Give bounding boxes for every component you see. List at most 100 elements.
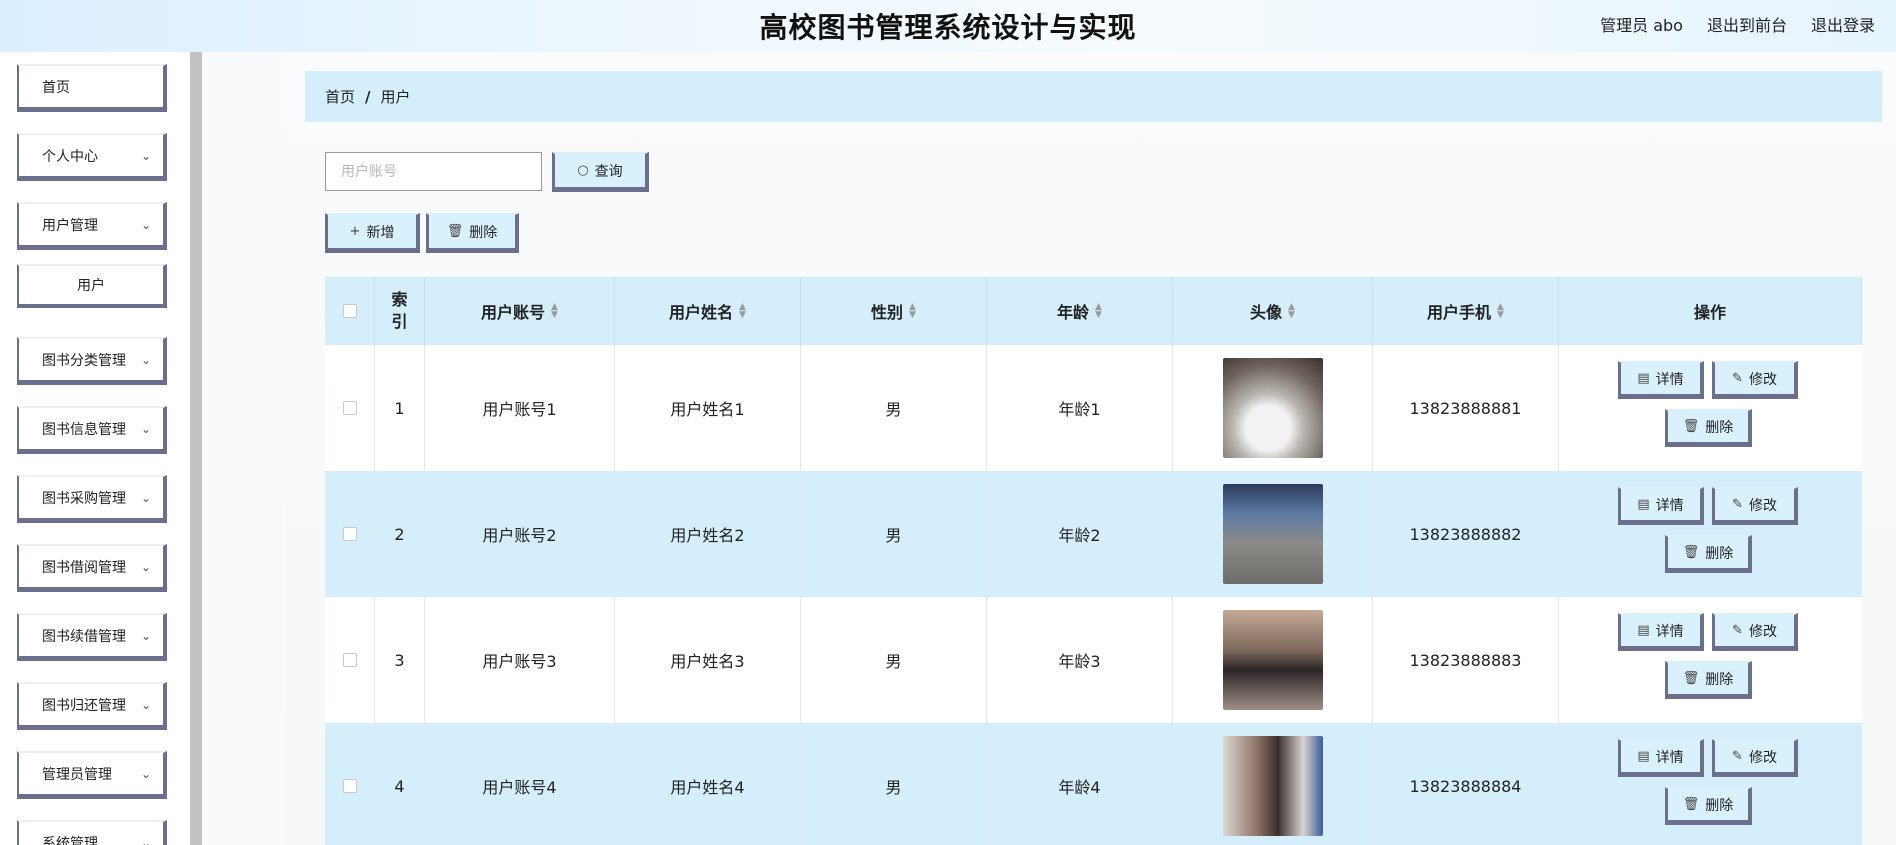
row-avatar-cell bbox=[1173, 345, 1373, 471]
search-button[interactable]: ○ 查询 bbox=[552, 152, 649, 192]
header-ops-label: 操作 bbox=[1693, 303, 1726, 322]
sidebar-item-users[interactable]: 用户 bbox=[17, 264, 167, 308]
sort-icon[interactable]: ▲ ▼ bbox=[551, 303, 558, 320]
row-avatar-cell bbox=[1173, 471, 1373, 597]
chevron-down-icon: ⌄ bbox=[140, 767, 151, 781]
sidebar-scrollbar[interactable] bbox=[190, 52, 202, 845]
row-account: 用户账号3 bbox=[425, 597, 615, 723]
logout-link[interactable]: 退出登录 bbox=[1811, 12, 1875, 36]
row-index: 3 bbox=[375, 597, 425, 723]
row-phone: 13823888883 bbox=[1373, 597, 1559, 723]
edit-button[interactable]: ✎ 修改 bbox=[1712, 739, 1798, 777]
row-actions: ▤ 详情 ✎ 修改 🗑 删除 bbox=[1559, 471, 1862, 597]
row-checkbox[interactable] bbox=[342, 527, 357, 541]
breadcrumb-home[interactable]: 首页 bbox=[325, 86, 355, 107]
sidebar-item-book-category[interactable]: 图书分类管理 ⌄ bbox=[17, 337, 167, 385]
header-select-all[interactable] bbox=[325, 277, 375, 345]
row-gender: 男 bbox=[801, 723, 987, 845]
header-gender[interactable]: 性别 ▲ ▼ bbox=[801, 277, 987, 345]
header-age-label: 年龄 bbox=[1057, 303, 1090, 322]
sidebar-item-book-info[interactable]: 图书信息管理 ⌄ bbox=[17, 406, 167, 454]
user-links: 管理员 abo 退出到前台 退出登录 bbox=[1600, 12, 1875, 36]
back-to-front-link[interactable]: 退出到前台 bbox=[1707, 12, 1787, 36]
row-phone: 13823888884 bbox=[1373, 723, 1559, 845]
batch-delete-button[interactable]: 🗑 删除 bbox=[426, 213, 519, 253]
table-row: 2 用户账号2 用户姓名2 男 年龄2 13823888882 ▤ 详情 ✎ 修改 … bbox=[325, 471, 1862, 597]
header-age[interactable]: 年龄 ▲ ▼ bbox=[987, 277, 1173, 345]
pencil-icon: ✎ bbox=[1732, 371, 1743, 386]
row-checkbox[interactable] bbox=[342, 401, 357, 415]
delete-button[interactable]: 🗑 删除 bbox=[1665, 409, 1752, 447]
edit-button[interactable]: ✎ 修改 bbox=[1712, 361, 1798, 399]
table-row: 3 用户账号3 用户姓名3 男 年龄3 13823888883 ▤ 详情 ✎ 修改 … bbox=[325, 597, 1862, 723]
row-select[interactable] bbox=[325, 345, 375, 471]
row-gender: 男 bbox=[801, 471, 987, 597]
trash-icon: 🗑 bbox=[1682, 797, 1700, 812]
chevron-down-icon: ⌄ bbox=[140, 353, 151, 367]
row-actions-group: ▤ 详情 ✎ 修改 🗑 删除 bbox=[1559, 345, 1862, 471]
detail-button-label: 详情 bbox=[1655, 497, 1684, 514]
sidebar-item-label: 图书采购管理 bbox=[42, 490, 126, 507]
document-icon: ▤ bbox=[1637, 371, 1650, 386]
table-row: 4 用户账号4 用户姓名4 男 年龄4 13823888884 ▤ 详情 ✎ 修改 … bbox=[325, 723, 1862, 845]
document-icon: ▤ bbox=[1637, 497, 1650, 512]
sidebar-item-system-management[interactable]: 系统管理 ⌄ bbox=[17, 820, 167, 845]
row-checkbox[interactable] bbox=[342, 779, 357, 793]
row-actions-group: ▤ 详情 ✎ 修改 🗑 删除 bbox=[1559, 723, 1862, 845]
row-actions-group: ▤ 详情 ✎ 修改 🗑 删除 bbox=[1559, 471, 1862, 597]
sort-icon[interactable]: ▲ ▼ bbox=[1497, 303, 1504, 320]
detail-button[interactable]: ▤ 详情 bbox=[1618, 361, 1704, 399]
row-account: 用户账号2 bbox=[425, 471, 615, 597]
row-avatar-cell bbox=[1173, 597, 1373, 723]
sort-icon[interactable]: ▲ ▼ bbox=[909, 303, 916, 320]
sort-icon[interactable]: ▲ ▼ bbox=[1288, 303, 1295, 320]
chevron-down-icon: ⌄ bbox=[140, 698, 151, 712]
delete-button[interactable]: 🗑 删除 bbox=[1665, 787, 1752, 825]
row-select[interactable] bbox=[325, 723, 375, 845]
edit-button-label: 修改 bbox=[1748, 623, 1777, 640]
row-actions: ▤ 详情 ✎ 修改 🗑 删除 bbox=[1559, 345, 1862, 471]
detail-button[interactable]: ▤ 详情 bbox=[1618, 487, 1704, 525]
sidebar-item-book-purchase[interactable]: 图书采购管理 ⌄ bbox=[17, 475, 167, 523]
sidebar-item-book-renew[interactable]: 图书续借管理 ⌄ bbox=[17, 613, 167, 661]
sidebar-item-book-return[interactable]: 图书归还管理 ⌄ bbox=[17, 682, 167, 730]
sort-icon[interactable]: ▲ ▼ bbox=[739, 303, 746, 320]
avatar[interactable] bbox=[1222, 736, 1323, 836]
search-input[interactable] bbox=[325, 152, 542, 191]
edit-button[interactable]: ✎ 修改 bbox=[1712, 613, 1798, 651]
delete-button[interactable]: 🗑 删除 bbox=[1665, 535, 1752, 573]
detail-button[interactable]: ▤ 详情 bbox=[1618, 613, 1704, 651]
avatar[interactable] bbox=[1222, 610, 1323, 710]
search-icon: ○ bbox=[577, 163, 589, 178]
sidebar-item-user-management[interactable]: 用户管理 ⌄ bbox=[17, 202, 167, 250]
add-button[interactable]: + 新增 bbox=[325, 213, 420, 253]
sidebar-item-label: 管理员管理 bbox=[42, 766, 112, 783]
document-icon: ▤ bbox=[1637, 623, 1650, 638]
edit-button[interactable]: ✎ 修改 bbox=[1712, 487, 1798, 525]
header-phone[interactable]: 用户手机 ▲ ▼ bbox=[1373, 277, 1559, 345]
header-account[interactable]: 用户账号 ▲ ▼ bbox=[425, 277, 615, 345]
delete-button[interactable]: 🗑 删除 bbox=[1665, 661, 1752, 699]
row-select[interactable] bbox=[325, 471, 375, 597]
avatar[interactable] bbox=[1222, 358, 1323, 458]
header-avatar[interactable]: 头像 ▲ ▼ bbox=[1173, 277, 1373, 345]
pencil-icon: ✎ bbox=[1732, 623, 1743, 638]
sidebar-item-book-borrow[interactable]: 图书借阅管理 ⌄ bbox=[17, 544, 167, 592]
sort-icon[interactable]: ▲ ▼ bbox=[1095, 303, 1102, 320]
sidebar-item-label: 用户管理 bbox=[42, 217, 98, 234]
header-account-label: 用户账号 bbox=[481, 303, 546, 322]
header-name[interactable]: 用户姓名 ▲ ▼ bbox=[615, 277, 801, 345]
row-actions: ▤ 详情 ✎ 修改 🗑 删除 bbox=[1559, 597, 1862, 723]
row-age: 年龄4 bbox=[987, 723, 1173, 845]
sidebar-item-admin-management[interactable]: 管理员管理 ⌄ bbox=[17, 751, 167, 799]
sidebar-item-personal-center[interactable]: 个人中心 ⌄ bbox=[17, 133, 167, 181]
row-actions: ▤ 详情 ✎ 修改 🗑 删除 bbox=[1559, 723, 1862, 845]
row-checkbox[interactable] bbox=[342, 653, 357, 667]
avatar[interactable] bbox=[1222, 484, 1323, 584]
select-all-checkbox[interactable] bbox=[342, 304, 357, 318]
breadcrumb: 首页 / 用户 bbox=[305, 71, 1882, 122]
detail-button[interactable]: ▤ 详情 bbox=[1618, 739, 1704, 777]
row-select[interactable] bbox=[325, 597, 375, 723]
sidebar-item-home[interactable]: 首页 bbox=[17, 64, 167, 112]
add-button-label: 新增 bbox=[366, 224, 395, 241]
